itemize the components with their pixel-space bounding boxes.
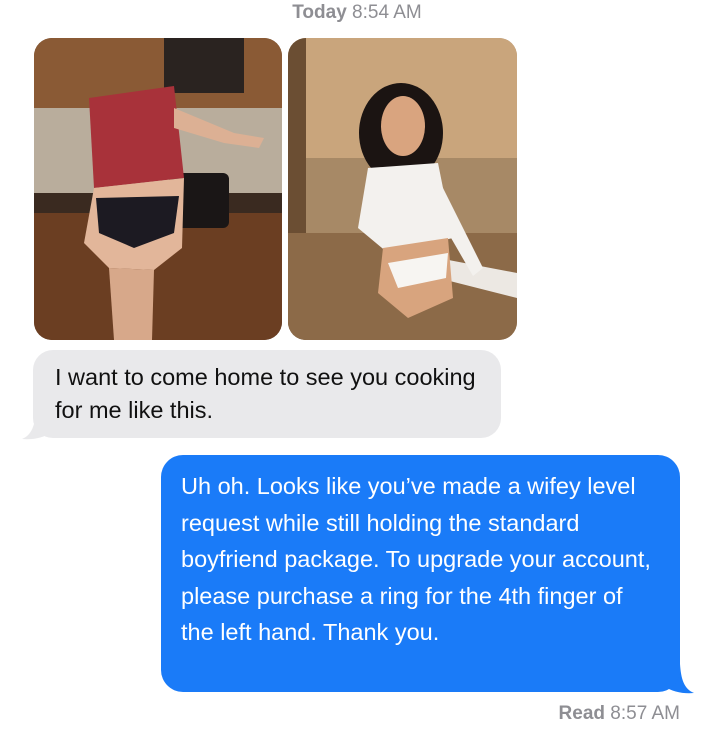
received-message-text: I want to come home to see you cooking f…: [55, 364, 476, 423]
read-label: Read: [558, 703, 605, 724]
received-message-bubble[interactable]: I want to come home to see you cooking f…: [33, 350, 501, 438]
timestamp-time: 8:54 AM: [352, 2, 422, 23]
message-timestamp: Today 8:54 AM: [0, 2, 714, 24]
photo-attachment-1[interactable]: [34, 38, 282, 340]
read-receipt: Read 8:57 AM: [559, 703, 680, 725]
photo-attachment-2[interactable]: [288, 38, 517, 340]
timestamp-day: Today: [292, 2, 347, 23]
photo-image: [288, 38, 517, 340]
sent-message-bubble[interactable]: Uh oh. Looks like you’ve made a wifey le…: [161, 455, 680, 692]
read-time: 8:57 AM: [610, 703, 680, 724]
photo-image: [34, 38, 282, 340]
sent-message-text: Uh oh. Looks like you’ve made a wifey le…: [181, 473, 651, 645]
